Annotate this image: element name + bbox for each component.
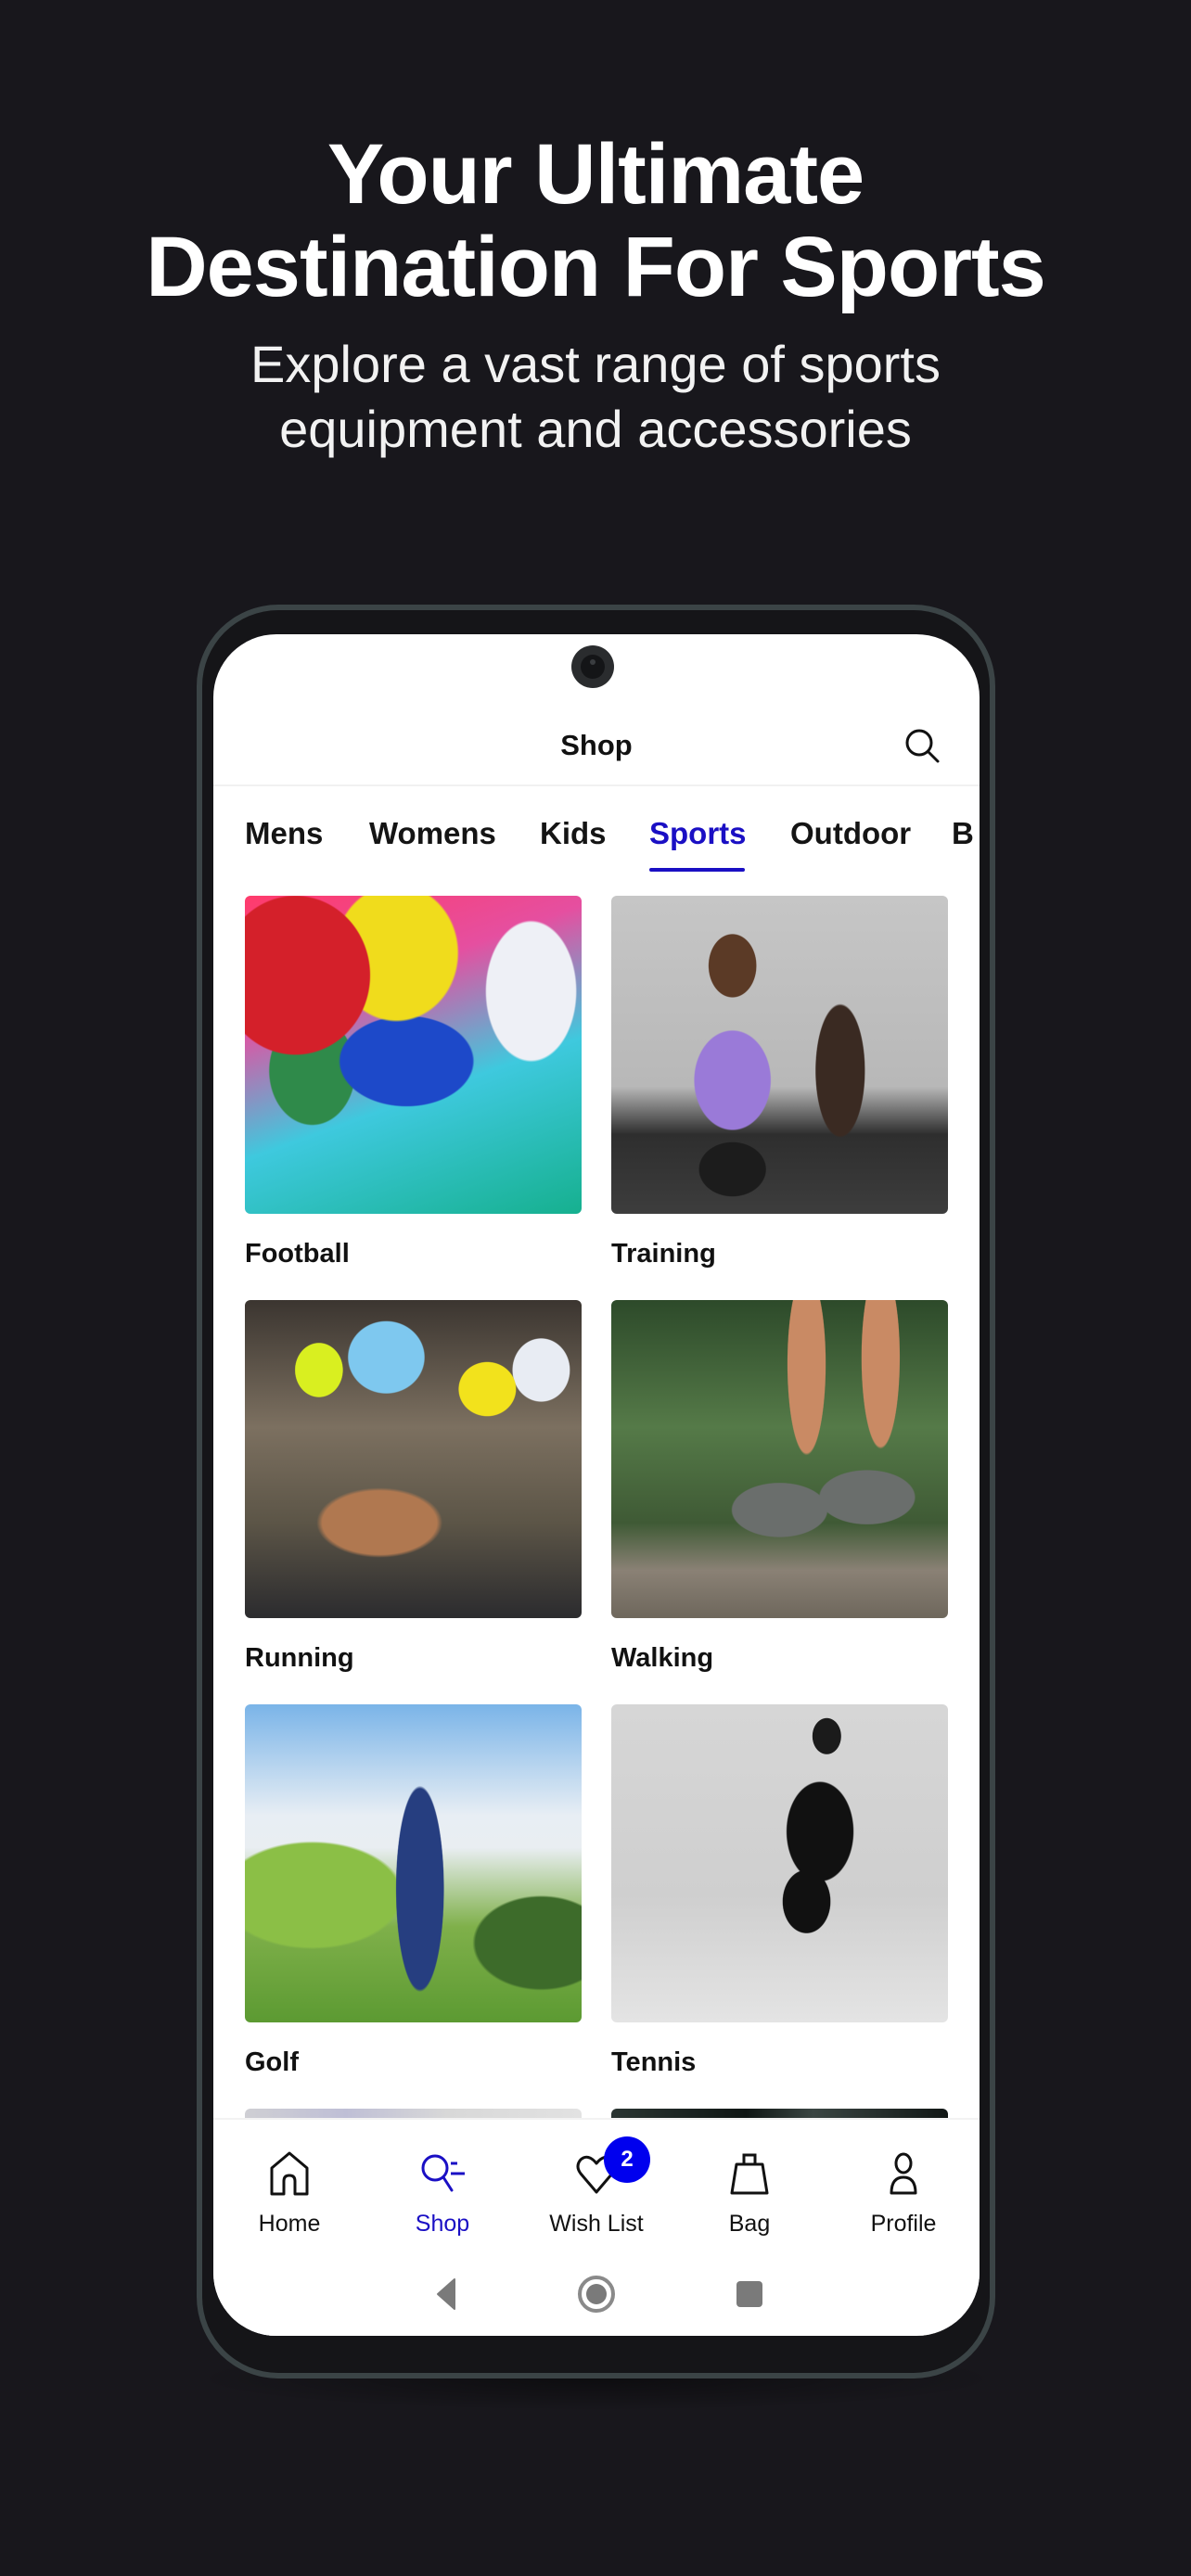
bag-icon xyxy=(730,2153,769,2195)
tab-womens[interactable]: Womens xyxy=(369,816,496,851)
category-label: Running xyxy=(245,1643,354,1673)
hero-subtitle-line-1: Explore a vast range of sports xyxy=(250,335,941,393)
category-tabs: Mens Womens Kids Sports Outdoor B xyxy=(213,799,980,875)
nav-label: Shop xyxy=(415,2211,470,2237)
hero-title-line-1: Your Ultimate xyxy=(327,127,864,222)
nav-home[interactable]: Home xyxy=(224,2138,354,2240)
category-image-training xyxy=(611,896,948,1214)
front-camera xyxy=(571,645,614,688)
home-icon xyxy=(270,2151,309,2196)
category-tile-golf[interactable]: Golf xyxy=(245,1704,582,2077)
nav-label: Bag xyxy=(728,2211,771,2237)
category-image-golf xyxy=(245,1704,582,2022)
nav-bag[interactable]: Bag xyxy=(685,2138,814,2240)
home-circle-icon[interactable] xyxy=(576,2274,617,2315)
tab-outdoor[interactable]: Outdoor xyxy=(790,816,911,851)
profile-icon xyxy=(890,2152,917,2195)
shop-search-icon xyxy=(421,2154,465,2192)
category-image-football xyxy=(245,896,582,1214)
hero-title-line-2: Destination For Sports xyxy=(146,220,1046,314)
tab-mens[interactable]: Mens xyxy=(245,816,323,851)
hero-subtitle: Explore a vast range of sports equipment… xyxy=(0,332,1191,462)
phone-screen: Shop Mens Womens Kids Sports Outdoor B F… xyxy=(213,634,980,2336)
page-title: Shop xyxy=(560,729,633,761)
search-icon xyxy=(905,729,940,763)
nav-label: Wish List xyxy=(549,2211,644,2237)
tab-kids[interactable]: Kids xyxy=(540,816,607,851)
category-image-walking xyxy=(611,1300,948,1618)
system-navigation-bar xyxy=(213,2266,980,2322)
hero-subtitle-line-2: equipment and accessories xyxy=(279,400,912,458)
category-label: Golf xyxy=(245,2047,299,2077)
nav-profile[interactable]: Profile xyxy=(839,2138,968,2240)
active-tab-indicator xyxy=(649,868,745,872)
wish-list-badge: 2 xyxy=(604,2136,650,2183)
category-tile-running[interactable]: Running xyxy=(245,1300,582,1673)
category-label: Football xyxy=(245,1239,350,1269)
nav-label: Profile xyxy=(870,2211,937,2237)
nav-shop[interactable]: Shop xyxy=(378,2138,507,2240)
search-button[interactable] xyxy=(900,723,946,770)
header-divider xyxy=(213,784,980,786)
category-tile-tennis[interactable]: Tennis xyxy=(611,1704,948,2077)
nav-wish-list[interactable]: 2 Wish List xyxy=(531,2136,661,2240)
category-label: Training xyxy=(611,1239,716,1269)
nav-label: Home xyxy=(258,2211,321,2237)
app-header: Shop xyxy=(213,710,980,784)
category-image-tennis xyxy=(611,1704,948,2022)
tab-partial[interactable]: B xyxy=(952,816,974,851)
category-tile-training[interactable]: Training xyxy=(611,896,948,1269)
back-triangle-icon[interactable] xyxy=(427,2274,467,2315)
category-label: Walking xyxy=(611,1643,714,1673)
category-tile-football[interactable]: Football xyxy=(245,896,582,1269)
category-label: Tennis xyxy=(611,2047,697,2077)
recents-square-icon[interactable] xyxy=(729,2274,770,2315)
category-tile-walking[interactable]: Walking xyxy=(611,1300,948,1673)
camera-lens xyxy=(590,659,596,665)
tab-sports[interactable]: Sports xyxy=(649,816,747,851)
category-image-running xyxy=(245,1300,582,1618)
category-grid: Football Training Running Walking Golf T… xyxy=(213,896,980,2336)
hero-title: Your Ultimate Destination For Sports xyxy=(0,128,1191,313)
